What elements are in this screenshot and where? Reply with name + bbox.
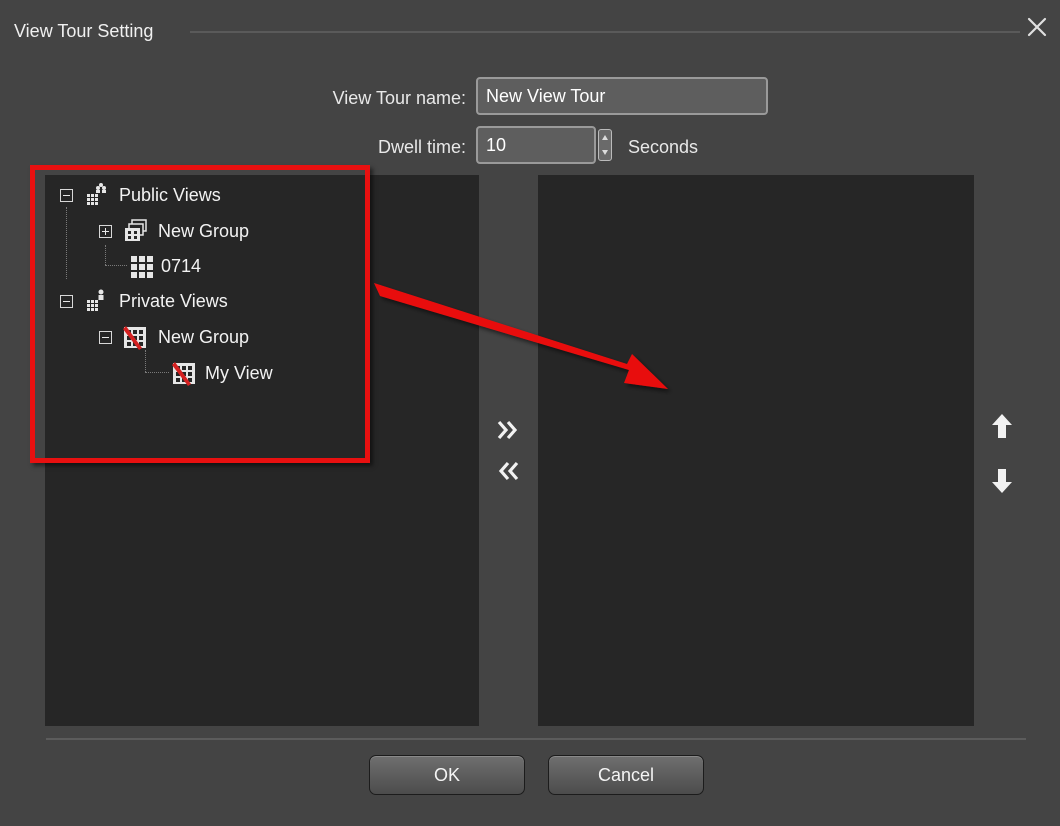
- collapse-icon[interactable]: [60, 188, 73, 202]
- tree-node-public-new-group[interactable]: New Group: [99, 216, 249, 246]
- remove-from-tour-button[interactable]: [491, 454, 525, 488]
- view-tour-list-panel[interactable]: [538, 175, 974, 726]
- tree-node-private-views[interactable]: Private Views: [60, 286, 228, 316]
- footer-divider: [46, 738, 1026, 740]
- tree-node-my-view[interactable]: My View: [171, 358, 273, 388]
- move-down-button[interactable]: [985, 464, 1019, 498]
- grid-view-icon: [131, 256, 153, 278]
- tree-node-public-views[interactable]: Public Views: [60, 180, 221, 210]
- dialog-title: View Tour Setting: [14, 21, 154, 41]
- tree-connector: [105, 245, 106, 265]
- tree-node-label: New Group: [158, 220, 250, 241]
- collapse-icon[interactable]: [60, 294, 73, 308]
- tree-connector: [145, 350, 146, 372]
- tree-connector: [145, 372, 169, 373]
- private-views-icon: [87, 289, 104, 311]
- tree-node-label: New Group: [158, 326, 250, 347]
- spin-down-icon[interactable]: [601, 146, 609, 158]
- collapse-icon[interactable]: [99, 330, 112, 344]
- tree-connector: [66, 207, 67, 279]
- title-separator: [190, 31, 1020, 33]
- arrow-down-icon: [992, 469, 1012, 493]
- dwell-unit-label: Seconds: [628, 137, 699, 157]
- tree-connector: [105, 265, 127, 266]
- tree-node-private-new-group[interactable]: New Group: [99, 322, 249, 352]
- view-tour-setting-dialog: View Tour Setting View Tour name: Dwell …: [0, 0, 1060, 826]
- dwell-time-label: Dwell time:: [377, 137, 466, 157]
- private-group-icon: [123, 326, 146, 350]
- add-to-tour-button[interactable]: [491, 413, 525, 447]
- move-up-button[interactable]: [985, 409, 1019, 443]
- tree-node-label: My View: [205, 362, 273, 383]
- arrow-up-icon: [992, 414, 1012, 438]
- tree-node-view-0714[interactable]: 0714: [129, 251, 201, 281]
- ok-button[interactable]: OK: [369, 755, 525, 795]
- close-icon[interactable]: [1024, 14, 1050, 40]
- expand-icon[interactable]: [99, 224, 112, 238]
- dwell-time-input[interactable]: [476, 126, 596, 164]
- public-views-icon: [87, 183, 106, 205]
- tour-name-input[interactable]: [476, 77, 768, 115]
- tree-node-label: 0714: [161, 255, 202, 276]
- public-group-icon: [125, 219, 147, 241]
- cancel-button[interactable]: Cancel: [548, 755, 704, 795]
- tour-name-label: View Tour name:: [332, 88, 466, 108]
- title-bar: View Tour Setting: [0, 0, 1060, 48]
- dwell-time-spinner[interactable]: [598, 129, 612, 161]
- double-chevron-right-icon: [497, 420, 518, 440]
- private-view-icon: [172, 362, 195, 386]
- spin-up-icon[interactable]: [601, 132, 609, 144]
- available-views-panel[interactable]: Public Views New Group 0714 Private View…: [45, 175, 479, 726]
- tree-node-label: Private Views: [119, 290, 228, 311]
- tree-node-label: Public Views: [119, 184, 221, 205]
- double-chevron-left-icon: [498, 461, 519, 481]
